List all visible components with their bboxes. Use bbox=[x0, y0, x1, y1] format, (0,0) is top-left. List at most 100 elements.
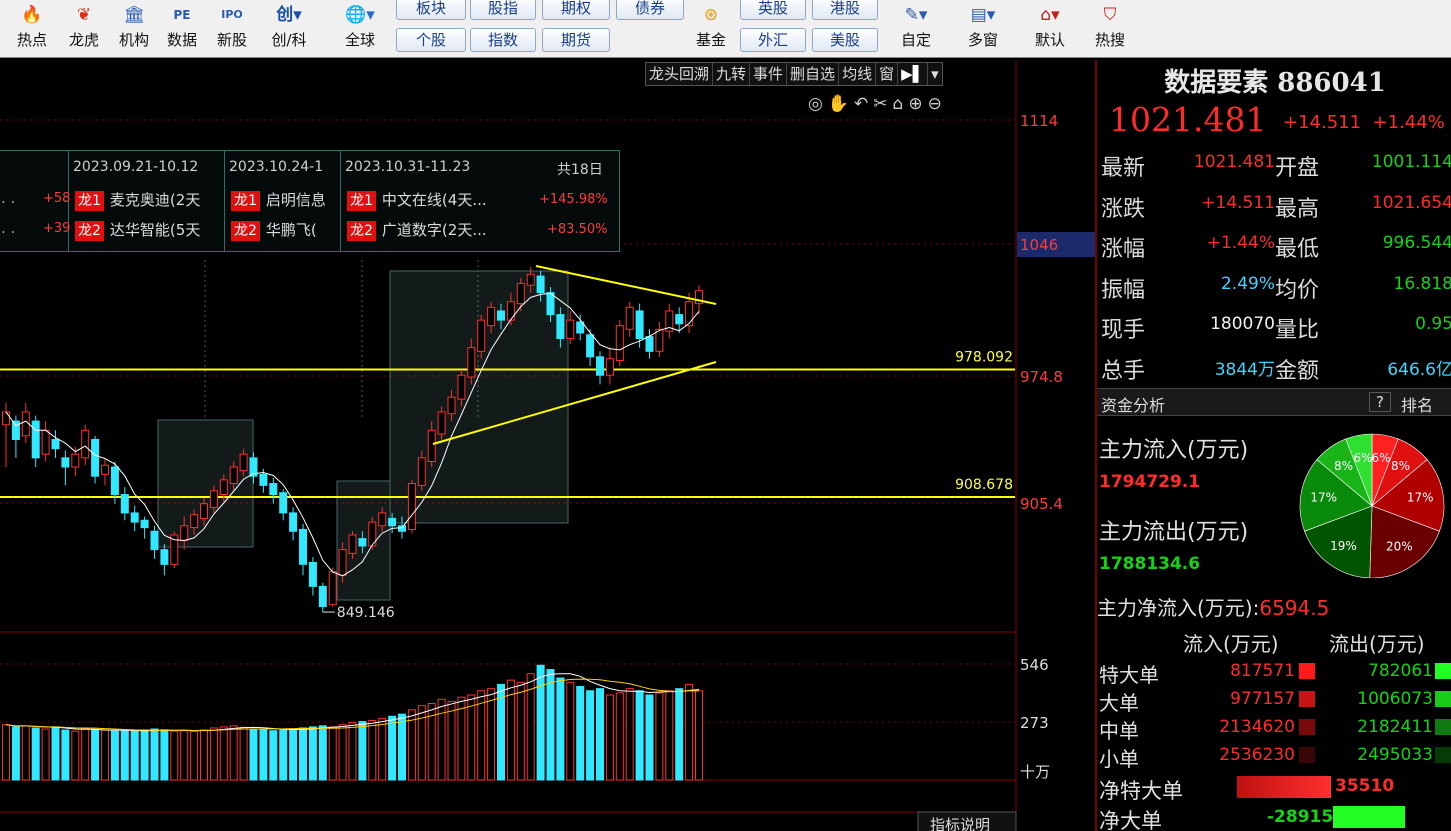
quote-value: +1.44% bbox=[1206, 233, 1275, 253]
menu-dropdown-icon[interactable]: ▾ bbox=[928, 63, 942, 85]
quote-label: 涨跌 bbox=[1101, 196, 1146, 222]
price-axis-label: 905.4 bbox=[1020, 495, 1063, 513]
btn-gegu[interactable]: 个股 bbox=[396, 28, 466, 52]
menu-ma-line[interactable]: 均线 bbox=[839, 63, 877, 85]
tool-data[interactable]: PE 数据 bbox=[160, 0, 204, 58]
menu-remove-watchlist[interactable]: 删自选 bbox=[787, 63, 840, 85]
btn-guzhi[interactable]: 股指 bbox=[470, 0, 536, 20]
tool-ipo[interactable]: IPO 新股 bbox=[210, 0, 254, 58]
dragon-tag-1: 龙1 bbox=[347, 191, 376, 211]
menu-event[interactable]: 事件 bbox=[750, 63, 788, 85]
menu-nine-turn[interactable]: 九转 bbox=[713, 63, 751, 85]
menu-expand-icon[interactable]: ▶▌ bbox=[898, 63, 929, 85]
tool-hot[interactable]: 🔥 热点 bbox=[10, 0, 54, 58]
btn-meigu[interactable]: 美股 bbox=[812, 28, 878, 52]
btn-zhishu[interactable]: 指数 bbox=[470, 28, 536, 52]
candle-body bbox=[645, 336, 654, 352]
volume-bar bbox=[2, 724, 10, 781]
candle-body bbox=[259, 473, 268, 486]
rank-button[interactable]: 排名 bbox=[1401, 392, 1433, 416]
pie-label: 17% bbox=[1310, 491, 1337, 505]
candle-body bbox=[209, 490, 218, 508]
menu-window[interactable]: 窗 bbox=[876, 63, 899, 85]
pe-data-icon: PE bbox=[173, 8, 191, 22]
menu-dragon-backtrack[interactable]: 龙头回溯 bbox=[646, 63, 714, 85]
flow-row-name: 大单 bbox=[1099, 691, 1139, 715]
candle-body bbox=[61, 457, 70, 468]
outflow-swatch bbox=[1435, 719, 1451, 735]
dragon-col-prev: . . +58 . . +39 bbox=[0, 151, 70, 251]
custom-icon: ✎▾ bbox=[904, 5, 928, 25]
main-outflow-value: 1788134.6 bbox=[1099, 554, 1201, 574]
volume-bar bbox=[318, 725, 327, 781]
candle-body bbox=[586, 334, 595, 358]
volume-bars bbox=[2, 664, 703, 781]
tool-chuang[interactable]: 创▾ 创/科 bbox=[260, 0, 318, 58]
zoom-in-icon[interactable]: ⊕ bbox=[908, 94, 927, 114]
fund-analysis-title: 资金分析 bbox=[1101, 396, 1166, 415]
tool-dragon-tiger[interactable]: ❦ 龙虎 bbox=[62, 0, 106, 58]
tool-global[interactable]: 🌐▾ 全球 bbox=[332, 0, 388, 58]
tool-data-label: 数据 bbox=[166, 31, 197, 49]
main-inflow-label: 主力流入(万元) bbox=[1099, 438, 1249, 463]
volume-bar bbox=[289, 728, 298, 781]
candle-body bbox=[388, 517, 397, 527]
help-button[interactable]: ? bbox=[1369, 392, 1391, 412]
main-toolbar: 🔥 热点 ❦ 龙虎 🏛 机构 PE 数据 IPO 新股 创▾ 创/科 🌐▾ 全球… bbox=[0, 0, 1451, 58]
scissors-icon[interactable]: ✂ bbox=[873, 94, 892, 114]
candle-body bbox=[318, 585, 327, 608]
candle-body bbox=[675, 314, 684, 325]
tool-institution[interactable]: 🏛 机构 bbox=[112, 0, 156, 58]
dragon-tag-2: 龙2 bbox=[231, 221, 260, 241]
inflow-swatch bbox=[1299, 663, 1315, 679]
quote-label: 振幅 bbox=[1101, 277, 1146, 303]
price-axis-label: 974.8 bbox=[1020, 368, 1063, 386]
btn-ganggu[interactable]: 港股 bbox=[812, 0, 878, 20]
dragon-col-3[interactable]: 2023.10.31-11.23 共18日 龙1 中文在线(4天... +145.… bbox=[341, 151, 619, 251]
inflow-swatch bbox=[1299, 747, 1315, 763]
candle-body bbox=[417, 457, 426, 486]
flow-row-name: 小单 bbox=[1099, 747, 1139, 771]
volume-bar bbox=[91, 728, 100, 781]
tool-multi-window-label: 多窗 bbox=[967, 31, 998, 49]
candle-body bbox=[407, 483, 416, 530]
flow-row-out: 2182411 bbox=[1357, 717, 1433, 737]
flow-table-row: 特大单 817571 782061 bbox=[1097, 658, 1451, 687]
candle-body bbox=[615, 325, 624, 362]
quote-value: 180070 bbox=[1210, 314, 1275, 334]
volume-bar bbox=[21, 725, 30, 781]
flow-table-row: 大单 977157 1006073 bbox=[1097, 686, 1451, 715]
btn-waihui[interactable]: 外汇 bbox=[740, 28, 806, 52]
net-bar-red bbox=[1237, 776, 1331, 798]
btn-qihuo[interactable]: 期货 bbox=[542, 28, 610, 52]
btn-yinggu[interactable]: 英股 bbox=[740, 0, 806, 20]
tool-default[interactable]: ⌂▾ 默认 bbox=[1022, 0, 1078, 58]
eye-icon[interactable]: ◎ bbox=[808, 94, 828, 114]
dragon-2-row2: 龙2 华鹏飞( bbox=[231, 219, 317, 241]
quote-value: 3844万 bbox=[1214, 359, 1275, 380]
tool-multi-window[interactable]: ▤▾ 多窗 bbox=[954, 0, 1012, 58]
main-net-inflow: 主力净流入(万元):6594.5 bbox=[1097, 592, 1329, 621]
dragon-3-row1: 龙1 中文在线(4天... bbox=[347, 189, 487, 211]
dragon-col-2[interactable]: 2023.10.24-1 龙1 启明信息 龙2 华鹏飞( bbox=[225, 151, 341, 251]
dragon-col-1[interactable]: 2023.09.21-10.12 龙1 麦克奥迪(2天 龙2 达华智能(5天 bbox=[69, 151, 225, 251]
zoom-out-icon[interactable]: ⊖ bbox=[928, 94, 947, 114]
candle-body bbox=[685, 301, 694, 327]
candle-body bbox=[477, 319, 486, 352]
flow-row-in: 817571 bbox=[1230, 661, 1295, 681]
tool-hot-search[interactable]: ⛉ 热搜 bbox=[1088, 0, 1132, 58]
undo-icon[interactable]: ↶ bbox=[854, 94, 873, 114]
hand-icon[interactable]: ✋ bbox=[828, 94, 854, 114]
volume-bar bbox=[101, 729, 109, 781]
tool-custom[interactable]: ✎▾ 自定 bbox=[888, 0, 944, 58]
lock-icon[interactable]: ⌂ bbox=[893, 94, 909, 114]
btn-qiquan[interactable]: 期权 bbox=[542, 0, 610, 20]
candle-body bbox=[140, 519, 149, 529]
btn-bankuai[interactable]: 板块 bbox=[396, 0, 466, 20]
btn-zhaiquan[interactable]: 债券 bbox=[616, 0, 684, 20]
dragon-period-boxes bbox=[157, 270, 569, 601]
tool-fund[interactable]: ⊛ 基金 bbox=[688, 0, 734, 58]
candle-body bbox=[269, 483, 278, 496]
volume-bar bbox=[338, 724, 347, 781]
volume-bar bbox=[130, 731, 139, 781]
